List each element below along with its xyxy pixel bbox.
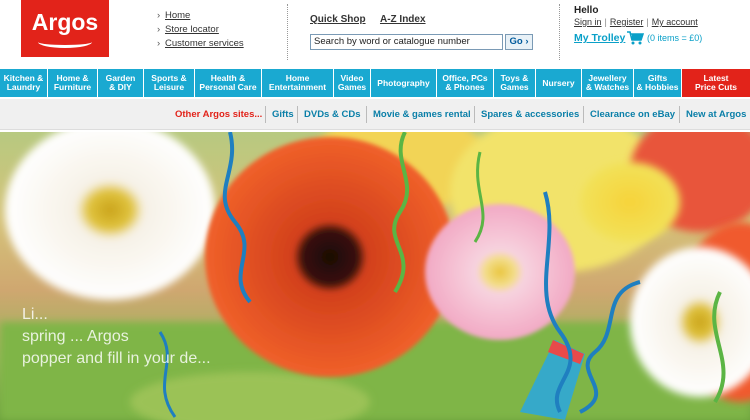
- category-latest-price-cuts[interactable]: Latest Price Cuts: [682, 69, 750, 97]
- category-nav: Kitchen & Laundry Home & Furniture Garden &…: [0, 69, 750, 97]
- chevron-right-icon: ›: [157, 10, 161, 21]
- site-header: Argos › Home › Store locator › Customer ser…: [0, 0, 750, 68]
- quick-shop-links: Quick Shop A-Z Index: [310, 14, 438, 25]
- sub-nav-spares-accessories[interactable]: Spares & accessories: [481, 99, 579, 130]
- category-video-games[interactable]: Video Games: [334, 69, 371, 97]
- search-go-button[interactable]: Go ›: [505, 34, 533, 50]
- argos-logo[interactable]: Argos: [21, 0, 109, 57]
- nav-divider: [366, 106, 367, 123]
- nav-divider: [679, 106, 680, 123]
- sub-nav-new-at-argos[interactable]: New at Argos: [686, 99, 746, 130]
- search-input[interactable]: Search by word or catalogue number: [310, 34, 503, 50]
- category-gifts-hobbies[interactable]: Gifts & Hobbies: [634, 69, 682, 97]
- category-photography[interactable]: Photography: [371, 69, 437, 97]
- sub-nav-gifts[interactable]: Gifts: [272, 99, 294, 130]
- category-toys-games[interactable]: Toys & Games: [494, 69, 536, 97]
- nav-divider: [474, 106, 475, 123]
- sign-in-link[interactable]: Sign in: [574, 17, 602, 27]
- quick-shop-link[interactable]: Quick Shop: [310, 14, 366, 25]
- category-nursery[interactable]: Nursery: [536, 69, 582, 97]
- trolley-summary: (0 items = £0): [647, 33, 703, 43]
- greeting: Hello: [574, 5, 599, 16]
- category-office-pcs-phones[interactable]: Office, PCs & Phones: [437, 69, 494, 97]
- secondary-nav: Other Argos sites... Gifts DVDs & CDs Mo…: [0, 99, 750, 130]
- other-argos-sites-menu[interactable]: Other Argos sites...: [175, 99, 262, 130]
- nav-divider: [583, 106, 584, 123]
- nav-divider: [297, 106, 298, 123]
- category-jewellery-watches[interactable]: Jewellery & Watches: [582, 69, 634, 97]
- category-kitchen-laundry[interactable]: Kitchen & Laundry: [0, 69, 48, 97]
- sub-nav-movie-games-rental[interactable]: Movie & games rental: [373, 99, 471, 130]
- sub-nav-dvds-cds[interactable]: DVDs & CDs: [304, 99, 361, 130]
- hero-banner[interactable]: Li... spring ... Argos popper and fill i…: [0, 132, 750, 420]
- hero-flowers-illustration: [0, 132, 750, 420]
- quick-links: › Home › Store locator › Customer services: [157, 9, 244, 51]
- category-health-personal-care[interactable]: Health & Personal Care: [195, 69, 262, 97]
- customer-services-link[interactable]: › Customer services: [157, 37, 244, 51]
- category-home-furniture[interactable]: Home & Furniture: [48, 69, 98, 97]
- account-links: Sign in | Register | My account: [574, 17, 698, 27]
- register-link[interactable]: Register: [610, 17, 644, 27]
- shopping-cart-icon[interactable]: [626, 31, 644, 45]
- category-garden-diy[interactable]: Garden & DIY: [98, 69, 144, 97]
- logo-text: Argos: [31, 9, 99, 35]
- header-divider: [287, 4, 288, 60]
- my-account-link[interactable]: My account: [652, 17, 698, 27]
- chevron-right-icon: ›: [157, 38, 161, 49]
- go-arrow-icon: ›: [525, 36, 529, 47]
- store-locator-link[interactable]: › Store locator: [157, 23, 244, 37]
- chevron-right-icon: ›: [157, 24, 161, 35]
- my-trolley-link[interactable]: My Trolley: [574, 32, 625, 44]
- hero-promo-text: Li... spring ... Argos popper and fill i…: [22, 306, 211, 367]
- logo-smile-swoosh: [38, 36, 92, 48]
- category-sports-leisure[interactable]: Sports & Leisure: [144, 69, 195, 97]
- home-link[interactable]: › Home: [157, 9, 244, 23]
- header-divider: [559, 4, 560, 60]
- nav-divider: [265, 106, 266, 123]
- category-home-entertainment[interactable]: Home Entertainment: [262, 69, 334, 97]
- az-index-link[interactable]: A-Z Index: [380, 14, 426, 25]
- sub-nav-clearance-ebay[interactable]: Clearance on eBay: [590, 99, 675, 130]
